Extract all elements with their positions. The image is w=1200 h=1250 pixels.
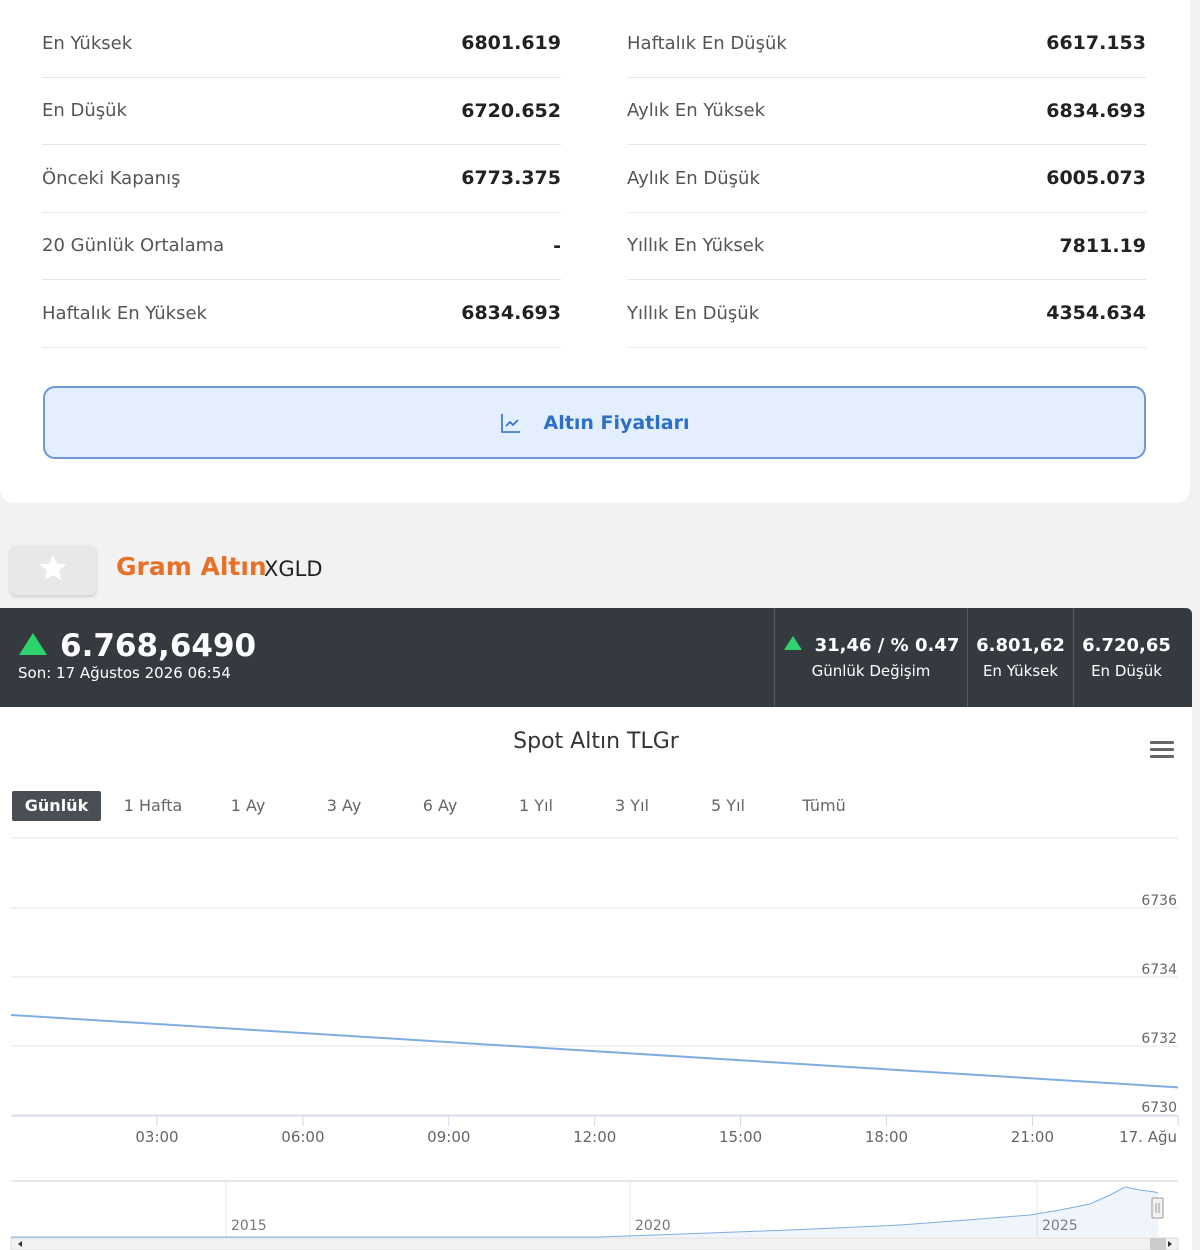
y-tick-label: 6732 [1141,1031,1177,1047]
stat-label: Aylık En Yüksek [627,100,766,122]
day-low-label: En Düşük [1091,662,1162,680]
day-low-cell: 6.720,65 En Düşük [1073,608,1179,707]
price-series-line [10,1013,1179,1089]
stat-row: Haftalık En Düşük 6617.153 [627,10,1146,78]
stat-label: En Yüksek [42,32,133,54]
favorite-button[interactable] [10,545,96,595]
last-update-time: Son: 17 Ağustos 2026 06:54 [18,664,231,682]
navigator-year-label: 2020 [635,1218,671,1234]
x-tick-label: 12:00 [573,1128,616,1146]
price-line-chart[interactable]: 6730 6732 6734 6736 03:00 06:00 09:00 12:00 15:0… [0,707,1192,1250]
price-summary-bar: 6.768,6490 Son: 17 Ağustos 2026 06:54 31… [0,608,1192,707]
stat-value: 6617.153 [1046,32,1146,55]
y-tick-label: 6734 [1141,962,1177,978]
x-tick-label: 06:00 [281,1128,324,1146]
stat-label: Aylık En Düşük [627,167,760,189]
stat-value: 4354.634 [1046,302,1146,325]
x-tick-label: 09:00 [427,1128,470,1146]
daily-change-cell: 31,46 / % 0.47 Günlük Değişim [774,608,967,707]
day-low-value: 6.720,65 [1082,635,1171,656]
stat-row: Yıllık En Düşük 4354.634 [627,280,1146,348]
up-arrow-icon [18,632,48,660]
stat-value: 6005.073 [1046,167,1146,190]
stat-label: Haftalık En Yüksek [42,302,207,324]
x-tick-label: 21:00 [1011,1128,1054,1146]
day-high-value: 6.801,62 [976,635,1065,656]
price-value: 6.768,6490 [60,628,257,664]
day-high-label: En Yüksek [982,662,1059,680]
stat-row: Haftalık En Yüksek 6834.693 [42,280,561,348]
stat-value: 6773.375 [461,167,561,190]
y-tick-label: 6730 [1141,1100,1177,1116]
star-icon [37,552,69,588]
stat-row: Önceki Kapanış 6773.375 [42,145,561,213]
navigator-scrollbar-track [10,1237,1179,1250]
instrument-name: Gram Altın [116,552,267,581]
stat-row: Aylık En Düşük 6005.073 [627,145,1146,213]
stat-row: Yıllık En Yüksek 7811.19 [627,213,1146,280]
stat-label: En Düşük [42,100,127,122]
gold-prices-button-label: Altın Fiyatları [543,411,690,434]
stat-value: - [553,234,561,257]
stat-label: Haftalık En Düşük [627,32,787,54]
stat-value: 6834.693 [1046,99,1146,122]
navigator-series-area [11,1187,1158,1237]
daily-change-row: 31,46 / % 0.47 [783,635,960,656]
stat-value: 7811.19 [1059,234,1146,257]
stat-value: 6720.652 [461,99,561,122]
stat-value: 6801.619 [461,32,561,55]
stats-card: En Yüksek 6801.619 En Düşük 6720.652 Öncek… [0,0,1190,503]
x-tick-label: 18:00 [865,1128,908,1146]
gold-prices-button[interactable]: Altın Fiyatları [43,386,1146,459]
navigator-scrollbar-thumb [1150,1238,1166,1250]
x-tick-label: 03:00 [135,1128,178,1146]
instrument-code: XGLD [264,557,323,581]
chart-panel: Spot Altın TLGr Günlük 1 Hafta 1 Ay 3 Ay… [0,707,1192,1250]
stat-row: Aylık En Yüksek 6834.693 [627,78,1146,145]
stat-label: Yıllık En Yüksek [627,235,765,257]
x-tick-label: 15:00 [719,1128,762,1146]
stat-label: 20 Günlük Ortalama [42,235,225,257]
navigator-year-label: 2015 [231,1218,267,1234]
daily-change-value: 31,46 / % 0.47 [814,635,960,656]
stats-column-right: Haftalık En Düşük 6617.153 Aylık En Yükse… [627,10,1146,348]
line-chart-icon [500,412,522,434]
up-arrow-icon [783,635,803,656]
y-tick-label: 6736 [1141,893,1177,909]
stat-row: En Düşük 6720.652 [42,78,561,145]
stat-value: 6834.693 [461,302,561,325]
daily-change-label: Günlük Değişim [811,662,931,680]
day-high-cell: 6.801,62 En Yüksek [967,608,1073,707]
stats-column-left: En Yüksek 6801.619 En Düşük 6720.652 Öncek… [42,10,561,348]
stat-label: Yıllık En Düşük [627,302,760,324]
stat-label: Önceki Kapanış [42,167,181,189]
navigator-handle [1151,1197,1164,1219]
stat-row: En Yüksek 6801.619 [42,10,561,78]
x-tick-label: 17. Ağu [1119,1128,1177,1146]
stat-row: 20 Günlük Ortalama - [42,213,561,280]
current-price: 6.768,6490 [18,628,256,664]
